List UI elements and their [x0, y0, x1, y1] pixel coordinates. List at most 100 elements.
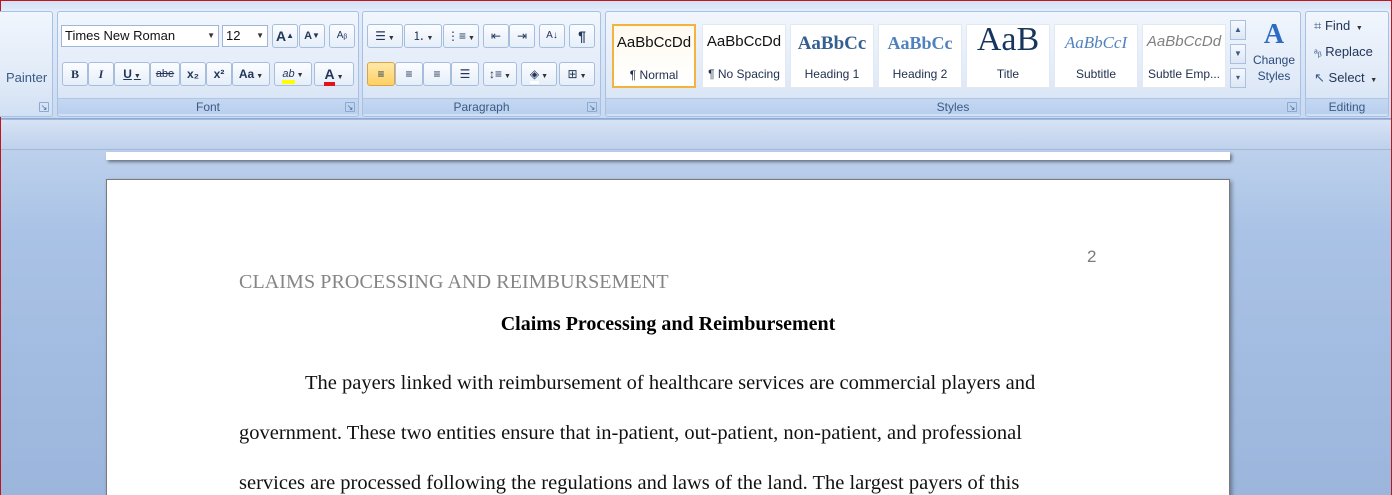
- replace-label: Replace: [1325, 44, 1373, 59]
- style-sample: AaBbCcDd: [1146, 33, 1222, 50]
- styles-scroll-up-button[interactable]: ▲: [1230, 20, 1246, 40]
- underline-button[interactable]: U ▼: [114, 62, 150, 86]
- highlight-button[interactable]: ab ▼: [274, 62, 312, 86]
- document-area: 2 CLAIMS PROCESSING AND REIMBURSEMENT Cl…: [1, 120, 1391, 495]
- style-name: Heading 1: [804, 67, 860, 81]
- select-label: Select: [1328, 70, 1365, 85]
- style-name: ¶ No Spacing: [708, 67, 780, 81]
- select-button[interactable]: ↖ Select ▼: [1314, 70, 1377, 90]
- clipboard-dialog-launcher[interactable]: ↘: [39, 102, 49, 112]
- document-title: Claims Processing and Reimbursement: [500, 313, 836, 335]
- binoculars-icon: ⌗: [1314, 18, 1322, 33]
- style-subtle-emphasis[interactable]: AaBbCcDd Subtle Emp...: [1142, 24, 1226, 88]
- underline-icon: U: [123, 67, 132, 81]
- font-color-icon: A: [324, 66, 335, 86]
- paint-bucket-icon: ◈: [529, 67, 540, 84]
- style-name: Subtitle: [1075, 67, 1117, 81]
- align-right-icon: ≡: [433, 67, 441, 81]
- style-no-spacing[interactable]: AaBbCcDd ¶ No Spacing: [702, 24, 786, 88]
- previous-page-edge: [106, 152, 1230, 160]
- styles-scroll-down-button[interactable]: ▼: [1230, 44, 1246, 64]
- line-spacing-icon: ↕≡: [489, 67, 503, 81]
- page-number: 2: [1087, 247, 1097, 266]
- numbering-button[interactable]: ⒈ ▼: [404, 24, 442, 48]
- find-button[interactable]: ⌗ Find ▼: [1314, 18, 1363, 38]
- sort-button[interactable]: A↓: [539, 24, 565, 48]
- style-heading-1[interactable]: AaBbCc Heading 1: [790, 24, 874, 88]
- style-sample: AaBbCcDd: [616, 34, 692, 51]
- replace-button[interactable]: ᵃᵦ Replace: [1314, 44, 1373, 64]
- shrink-font-button[interactable]: A▼: [299, 24, 325, 48]
- italic-button[interactable]: I: [88, 62, 114, 86]
- font-group: Times New Roman ▼ 12 ▼ A▲ A▼ Aᵦ B I U ▼ a…: [57, 11, 359, 117]
- justify-icon: ☰: [459, 67, 471, 81]
- shading-button[interactable]: ◈ ▼: [521, 62, 557, 86]
- borders-icon: ⊞: [567, 67, 578, 81]
- styles-group: AaBbCcDd ¶ Normal AaBbCcDd ¶ No Spacing …: [605, 11, 1301, 117]
- align-left-button[interactable]: ≡: [367, 62, 395, 86]
- font-size-value: 12: [226, 28, 241, 43]
- superscript-icon: x²: [213, 67, 225, 81]
- italic-icon: I: [98, 67, 104, 81]
- subscript-icon: x₂: [186, 67, 199, 81]
- shrink-font-icon: A: [304, 30, 313, 42]
- replace-icon: ᵃᵦ: [1314, 48, 1322, 59]
- styles-dialog-launcher[interactable]: ↘: [1287, 102, 1297, 112]
- grow-font-button[interactable]: A▲: [272, 24, 298, 48]
- style-sample: AaB: [976, 21, 1040, 58]
- highlighter-icon: ab: [282, 68, 295, 84]
- align-center-button[interactable]: ≡: [395, 62, 423, 86]
- paragraph-dialog-launcher[interactable]: ↘: [587, 102, 597, 112]
- multilevel-list-button[interactable]: ⋮≡ ▼: [443, 24, 479, 48]
- justify-button[interactable]: ☰: [451, 62, 479, 86]
- paragraph-line: government. These two entities ensure th…: [239, 422, 1022, 444]
- change-styles-button[interactable]: A Change Styles: [1250, 18, 1298, 98]
- style-normal[interactable]: AaBbCcDd ¶ Normal: [612, 24, 696, 88]
- ribbon-top-strip: [1, 1, 1391, 9]
- align-left-icon: ≡: [377, 67, 385, 81]
- style-title[interactable]: AaB Title: [966, 21, 1050, 88]
- font-size-combo[interactable]: 12 ▼: [222, 25, 268, 47]
- document-page[interactable]: 2 CLAIMS PROCESSING AND REIMBURSEMENT Cl…: [106, 179, 1230, 495]
- find-label: Find: [1324, 18, 1351, 33]
- subscript-button[interactable]: x₂: [180, 62, 206, 86]
- style-name: Heading 2: [892, 67, 948, 81]
- bullets-button[interactable]: ☰ ▼: [367, 24, 403, 48]
- change-case-icon: Aa: [238, 67, 255, 81]
- style-sample: AaBbCcI: [1064, 33, 1128, 52]
- decrease-indent-button[interactable]: ⇤: [483, 24, 509, 48]
- font-name-value: Times New Roman: [65, 28, 176, 43]
- strikethrough-button[interactable]: abe: [150, 62, 180, 86]
- style-subtitle[interactable]: AaBbCcI Subtitle: [1054, 24, 1138, 88]
- bold-icon: B: [70, 67, 79, 81]
- style-sample: AaBbCcDd: [706, 33, 782, 50]
- style-name: ¶ Normal: [629, 68, 679, 82]
- styles-more-button[interactable]: ▾: [1230, 68, 1246, 88]
- superscript-button[interactable]: x²: [206, 62, 232, 86]
- font-dialog-launcher[interactable]: ↘: [345, 102, 355, 112]
- running-head: CLAIMS PROCESSING AND REIMBURSEMENT: [239, 271, 669, 293]
- borders-button[interactable]: ⊞ ▼: [559, 62, 595, 86]
- align-right-button[interactable]: ≡: [423, 62, 451, 86]
- font-color-button[interactable]: A ▼: [314, 62, 354, 86]
- strikethrough-icon: abe: [155, 68, 175, 80]
- numbered-list-icon: ⒈: [412, 29, 425, 43]
- bold-button[interactable]: B: [62, 62, 88, 86]
- clear-formatting-button[interactable]: Aᵦ: [329, 24, 355, 48]
- increase-indent-button[interactable]: ⇥: [509, 24, 535, 48]
- change-case-button[interactable]: Aa ▼: [232, 62, 270, 86]
- format-painter-button[interactable]: Painter: [6, 70, 47, 85]
- change-styles-icon: A: [1263, 19, 1285, 50]
- ribbon: Painter ↘ Times New Roman ▼ 12 ▼ A▲ A▼ A…: [0, 1, 1391, 119]
- style-name: Title: [996, 67, 1020, 81]
- ruler-band: [1, 120, 1391, 150]
- paragraph-line: services are processed following the reg…: [239, 472, 1020, 494]
- bullet-list-icon: ☰: [375, 29, 386, 43]
- line-spacing-button[interactable]: ↕≡ ▼: [483, 62, 517, 86]
- align-center-icon: ≡: [405, 67, 413, 81]
- font-name-combo[interactable]: Times New Roman ▼: [61, 25, 219, 47]
- pilcrow-icon: ¶: [578, 28, 586, 44]
- sort-icon: A↓: [546, 30, 558, 41]
- style-heading-2[interactable]: AaBbCc Heading 2: [878, 24, 962, 88]
- show-marks-button[interactable]: ¶: [569, 24, 595, 48]
